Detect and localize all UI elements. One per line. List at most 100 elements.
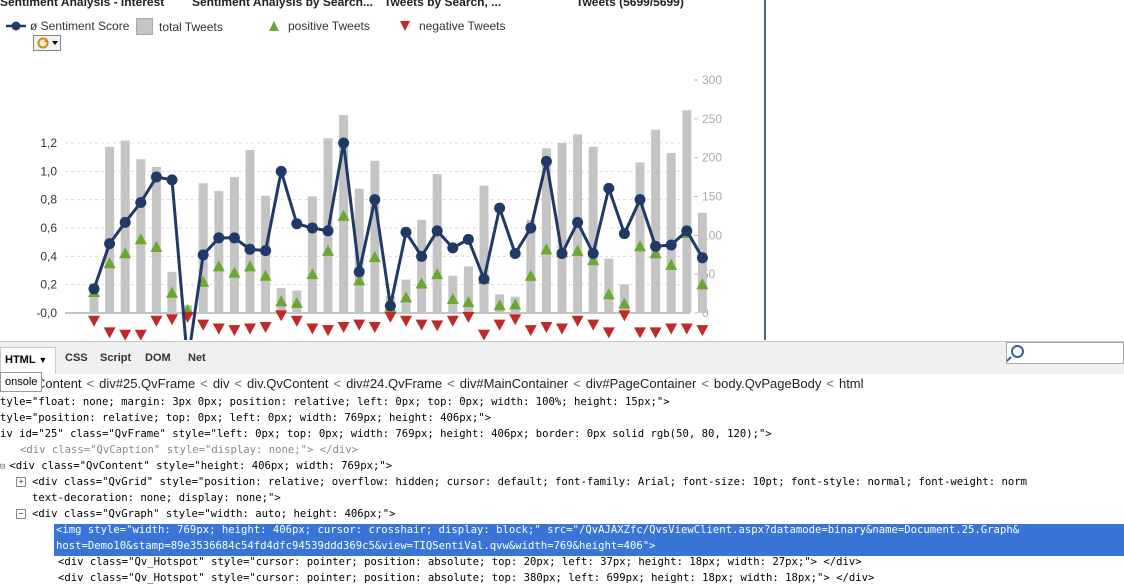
breadcrumb-item[interactable]: Content bbox=[36, 376, 82, 391]
sheet-tab-1[interactable]: Sentiment Analysis - Interest bbox=[0, 0, 164, 9]
negative-tweets-marker bbox=[119, 329, 132, 340]
sheet-tab-4[interactable]: Tweets (5699/5699) bbox=[576, 0, 684, 9]
code-line[interactable]: + <div class="QvGrid" style="position: re… bbox=[16, 476, 1027, 492]
sentiment-point bbox=[150, 171, 162, 183]
negative-tweets-marker bbox=[680, 323, 693, 335]
sentiment-point bbox=[556, 248, 568, 259]
breadcrumb-item[interactable]: div#24.QvFrame bbox=[346, 376, 442, 391]
code-line[interactable]: − <div class="QvGraph" style="width: auto… bbox=[16, 508, 396, 524]
negative-tweets-marker bbox=[431, 320, 444, 332]
collapse-icon[interactable]: ⊟ bbox=[0, 462, 5, 472]
negative-tweets-marker bbox=[166, 314, 178, 326]
right-tick-label: 250 bbox=[702, 112, 722, 126]
sentiment-point bbox=[88, 283, 100, 295]
negative-tweets-marker bbox=[509, 314, 522, 326]
tab-css[interactable]: CSS bbox=[65, 352, 88, 364]
sentiment-point bbox=[540, 155, 552, 167]
breadcrumb-item[interactable]: html bbox=[839, 376, 864, 391]
total-tweets-bar bbox=[214, 191, 224, 313]
dom-breadcrumb: Content < div#25.QvFrame < div < div.QvContent… bbox=[36, 376, 864, 391]
sentiment-point bbox=[462, 233, 474, 245]
sentiment-point bbox=[166, 174, 178, 186]
tab-html[interactable]: HTML ▼ bbox=[0, 347, 56, 374]
legend-positive-label: positive Tweets bbox=[288, 18, 370, 33]
sheet-tab-3[interactable]: Tweets by Search, ... bbox=[384, 0, 501, 9]
legend-negative: negative Tweets bbox=[399, 18, 506, 33]
code-line-selected[interactable]: <img style="width: 769px; height: 406px;… bbox=[54, 524, 1124, 540]
devtools-search-input[interactable] bbox=[1006, 342, 1124, 364]
left-tick-label: 0,2 bbox=[40, 278, 57, 292]
sentiment-point bbox=[431, 225, 443, 237]
negative-tweets-marker bbox=[478, 329, 490, 340]
code-line[interactable]: tyle="position: relative; top: 0px; left… bbox=[0, 412, 491, 428]
sentiment-point bbox=[650, 240, 662, 252]
tab-script[interactable]: Script bbox=[100, 352, 131, 364]
sentiment-point bbox=[228, 232, 240, 244]
left-tick-label: 0,4 bbox=[40, 249, 57, 263]
code-line[interactable]: <div class="QvCaption" style="display: n… bbox=[20, 444, 358, 460]
sentiment-point bbox=[478, 273, 490, 285]
total-tweets-bar bbox=[417, 219, 427, 313]
sentiment-point bbox=[353, 266, 365, 278]
negative-tweets-marker bbox=[400, 315, 412, 327]
breadcrumb-item[interactable]: div#25.QvFrame bbox=[99, 376, 195, 391]
total-tweets-bar bbox=[198, 183, 208, 313]
sentiment-point bbox=[618, 228, 630, 240]
breadcrumb-item[interactable]: div#MainContainer bbox=[460, 376, 568, 391]
line-marker-icon bbox=[6, 21, 26, 31]
sentiment-combo-chart[interactable]: 1,21,00,80,60,40,2-0,0300250200150100500 bbox=[0, 40, 766, 340]
legend-total: total Tweets bbox=[136, 18, 223, 35]
code-line-selected[interactable]: host=Demo10&stamp=89e3536684c54fd4dfc945… bbox=[54, 540, 1124, 556]
code-line[interactable]: ⊟ <div class="QvContent" style="height: 4… bbox=[0, 460, 392, 476]
sentiment-point bbox=[509, 248, 521, 259]
negative-tweets-marker bbox=[634, 327, 646, 339]
breadcrumb-item[interactable]: body.QvPageBody bbox=[714, 376, 821, 391]
left-tick-label: 0,6 bbox=[40, 221, 57, 235]
code-line[interactable]: text-decoration: none; display: none;"> bbox=[32, 492, 281, 508]
sentiment-point bbox=[369, 194, 381, 206]
tab-dom[interactable]: DOM bbox=[145, 352, 171, 364]
sentiment-point bbox=[494, 202, 506, 214]
left-tick-label: 0,8 bbox=[40, 193, 57, 207]
sentiment-point bbox=[416, 250, 428, 262]
negative-tweets-marker bbox=[602, 327, 615, 339]
negative-tweets-marker bbox=[275, 310, 288, 322]
sentiment-point bbox=[525, 222, 537, 234]
negative-tweets-marker bbox=[212, 323, 225, 335]
sentiment-point bbox=[634, 194, 646, 206]
expand-icon[interactable]: + bbox=[16, 477, 26, 487]
negative-tweets-marker bbox=[556, 323, 568, 335]
collapse-icon[interactable]: − bbox=[16, 509, 26, 519]
negative-tweets-marker bbox=[353, 319, 366, 331]
right-tick-label: 300 bbox=[702, 73, 722, 87]
code-line[interactable]: <div class="Qv_Hotspot" style="cursor: p… bbox=[58, 556, 862, 572]
total-tweets-bar bbox=[370, 160, 380, 313]
negative-tweets-marker bbox=[415, 319, 428, 331]
negative-tweets-marker bbox=[290, 315, 303, 327]
sentiment-point bbox=[447, 242, 459, 254]
negative-tweets-marker bbox=[103, 327, 116, 339]
negative-tweets-marker bbox=[322, 325, 334, 337]
tab-net[interactable]: Net bbox=[188, 352, 206, 364]
sentiment-point bbox=[306, 222, 318, 234]
breadcrumb-item[interactable]: div bbox=[213, 376, 230, 391]
code-line-text: <div class="QvGrid" style="position: rel… bbox=[32, 476, 1027, 488]
sentiment-point bbox=[197, 249, 209, 261]
breadcrumb-item[interactable]: div.QvContent bbox=[247, 376, 328, 391]
console-toggle-button[interactable]: onsole bbox=[0, 372, 43, 392]
sentiment-point bbox=[572, 216, 584, 228]
sentiment-point bbox=[119, 216, 131, 228]
negative-tweets-marker bbox=[150, 315, 163, 327]
negative-tweets-marker bbox=[368, 321, 381, 333]
breadcrumb-item[interactable]: div#PageContainer bbox=[586, 376, 697, 391]
sentiment-point bbox=[665, 239, 677, 251]
code-line[interactable]: iv id="25" class="QvFrame" style="left: … bbox=[0, 428, 772, 444]
sheet-tab-2[interactable]: Sentiment Analysis by Search... bbox=[192, 0, 373, 9]
code-line[interactable]: <div class="Qv_Hotspot" style="cursor: p… bbox=[58, 572, 874, 588]
legend-positive: positive Tweets bbox=[268, 18, 370, 33]
right-tick-label: 150 bbox=[702, 190, 722, 204]
left-tick-label: -0,0 bbox=[36, 306, 57, 320]
total-tweets-bar bbox=[588, 146, 598, 313]
code-line[interactable]: tyle="float: none; margin: 3px 0px; posi… bbox=[0, 396, 670, 412]
bar-swatch-icon bbox=[136, 18, 153, 35]
